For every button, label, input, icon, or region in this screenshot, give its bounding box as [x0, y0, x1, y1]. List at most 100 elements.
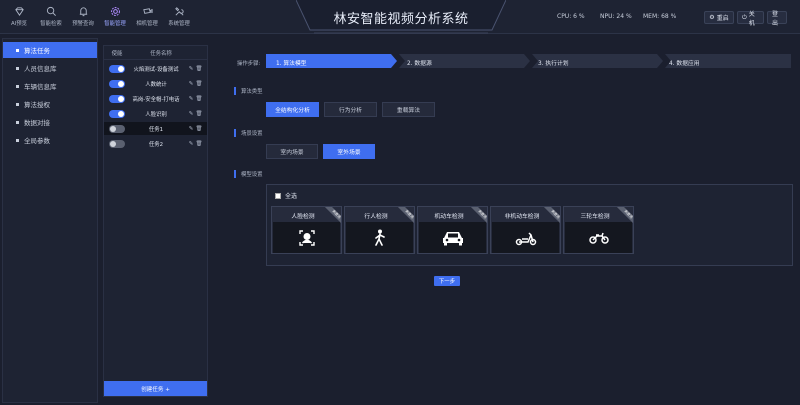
tools-icon — [173, 5, 185, 17]
sidebar: 算法任务 人员信息库 车辆信息库 算法授权 数据对接 全局参数 — [2, 38, 98, 403]
sidebar-item-data-integration[interactable]: 数据对接 — [3, 114, 97, 130]
model-card-tricycle[interactable]: 三轮车检测 未激活 — [563, 206, 634, 254]
scene-option-indoor[interactable]: 室内场景 — [266, 144, 318, 159]
col-enable: 使能 — [111, 50, 123, 57]
bell-icon — [77, 5, 89, 17]
step-bar: 1. 算法模型 2. 数据源 3. 执行计划 4. 数据应用 — [266, 54, 791, 68]
step-algo-model[interactable]: 1. 算法模型 — [276, 58, 307, 67]
trash-icon[interactable]: 🗑 — [195, 141, 203, 147]
nav-smart-manage[interactable]: 智能管理 — [100, 3, 130, 31]
trash-icon[interactable]: 🗑 — [195, 96, 203, 102]
top-bar: AI预览 智能检索 预警查询 智能管理 相机管理 系统管理 林安智能视频分析系统 — [0, 0, 800, 34]
edit-icon[interactable]: ✎ — [187, 66, 195, 72]
sidebar-item-algo-license[interactable]: 算法授权 — [3, 96, 97, 112]
task-name: 高岗-安全帽-打电话 — [132, 96, 180, 103]
camera-icon — [141, 5, 153, 17]
gear-icon: ⚙ — [709, 14, 715, 21]
task-table-header: 使能 任务名称 — [104, 46, 207, 60]
sidebar-item-global-params[interactable]: 全局参数 — [3, 132, 97, 148]
task-name: 人脸识别 — [145, 111, 167, 118]
model-settings-box: 全选 人脸检测 未激活 行人检测 未激活 机动车检测 未激活 非机动车检测 未激… — [266, 184, 793, 266]
table-row[interactable]: 火焰测试-设备测试 ✎ 🗑 — [104, 62, 207, 75]
sidebar-item-algo-task[interactable]: 算法任务 — [3, 42, 97, 58]
trash-icon[interactable]: 🗑 — [195, 111, 203, 117]
enable-toggle[interactable] — [109, 79, 125, 88]
nav-ai-preview[interactable]: AI预览 — [4, 3, 34, 31]
enable-toggle[interactable] — [109, 94, 125, 103]
enable-toggle[interactable] — [109, 109, 125, 118]
algo-option-behavior[interactable]: 行为分析 — [324, 102, 377, 117]
sidebar-item-person-db[interactable]: 人员信息库 — [3, 60, 97, 76]
restart-button[interactable]: ⚙ 重启 — [704, 11, 734, 24]
algo-type-label: 算法类型 — [234, 87, 263, 95]
edit-icon[interactable]: ✎ — [187, 126, 195, 132]
table-row[interactable]: 人数统计 ✎ 🗑 — [104, 77, 207, 90]
task-name: 任务1 — [148, 126, 164, 133]
cpu-stat: CPU: 6 % — [557, 13, 585, 20]
trash-icon[interactable]: 🗑 — [195, 66, 203, 72]
mem-stat: MEM: 68 % — [643, 13, 677, 20]
edit-icon[interactable]: ✎ — [187, 141, 195, 147]
nav-system-manage[interactable]: 系统管理 — [164, 3, 194, 31]
nav-smart-search[interactable]: 智能检索 — [36, 3, 66, 31]
face-icon — [273, 222, 340, 253]
table-row[interactable]: 任务1 ✎ 🗑 — [104, 122, 207, 135]
checkbox-icon — [275, 192, 281, 199]
nav-label: 相机管理 — [136, 21, 158, 27]
scooter-icon — [492, 222, 559, 253]
edit-icon[interactable]: ✎ — [187, 96, 195, 102]
pedestrian-icon — [346, 222, 413, 253]
nav-alert-query[interactable]: 预警查询 — [68, 3, 98, 31]
nav-label: 智能检索 — [40, 21, 62, 27]
logout-button[interactable]: 登出 — [767, 11, 787, 27]
trash-icon[interactable]: 🗑 — [195, 81, 203, 87]
steps-label: 操作步骤: — [237, 61, 261, 67]
model-card-face[interactable]: 人脸检测 未激活 — [271, 206, 342, 254]
algo-option-reload[interactable]: 重载算法 — [382, 102, 435, 117]
task-name: 火焰测试-设备测试 — [133, 66, 179, 73]
table-row[interactable]: 人脸识别 ✎ 🗑 — [104, 107, 207, 120]
nav-label: 系统管理 — [168, 21, 190, 27]
next-step-button[interactable]: 下一步 — [434, 276, 460, 286]
task-list-panel: 使能 任务名称 火焰测试-设备测试 ✎ 🗑 人数统计 ✎ 🗑 高岗-安全帽-打电话 … — [103, 45, 208, 397]
bullet-icon — [16, 84, 19, 88]
model-card-vehicle[interactable]: 机动车检测 未激活 — [417, 206, 488, 254]
step-data-source[interactable]: 2. 数据源 — [407, 58, 432, 67]
table-row[interactable]: 任务2 ✎ 🗑 — [104, 137, 207, 150]
bullet-icon — [16, 102, 19, 106]
sidebar-item-vehicle-db[interactable]: 车辆信息库 — [3, 78, 97, 94]
nav-label: 预警查询 — [72, 21, 94, 27]
trash-icon[interactable]: 🗑 — [195, 126, 203, 132]
task-name: 人数统计 — [145, 81, 167, 88]
shutdown-button[interactable]: ⏻ 关机 — [737, 11, 764, 27]
step-data-app[interactable]: 4. 数据应用 — [669, 58, 700, 67]
nav-label: AI预览 — [10, 21, 28, 27]
model-card-non-motor[interactable]: 非机动车检测 未激活 — [490, 206, 561, 254]
bullet-icon — [16, 48, 19, 52]
edit-icon[interactable]: ✎ — [187, 81, 195, 87]
model-card-pedestrian[interactable]: 行人检测 未激活 — [344, 206, 415, 254]
table-row[interactable]: 高岗-安全帽-打电话 ✎ 🗑 — [104, 92, 207, 105]
model-label: 模型设置 — [234, 170, 263, 178]
tricycle-icon — [565, 222, 632, 253]
npu-stat: NPU: 24 % — [600, 13, 632, 20]
enable-toggle[interactable] — [109, 124, 125, 133]
bullet-icon — [16, 120, 19, 124]
main-nav: AI预览 智能检索 预警查询 智能管理 相机管理 系统管理 — [4, 3, 196, 31]
title-frame: 林安智能视频分析系统 — [296, 0, 506, 36]
power-icon: ⏻ — [742, 13, 747, 21]
enable-toggle[interactable] — [109, 64, 125, 73]
create-task-button[interactable]: 创建任务 + — [104, 381, 207, 396]
scene-option-outdoor[interactable]: 室外场景 — [323, 144, 375, 159]
nav-label: 智能管理 — [104, 21, 126, 27]
step-exec-plan[interactable]: 3. 执行计划 — [538, 58, 569, 67]
enable-toggle[interactable] — [109, 139, 125, 148]
app-title: 林安智能视频分析系统 — [333, 12, 469, 27]
main-panel: 操作步骤: 1. 算法模型 2. 数据源 3. 执行计划 4. 数据应用 算法类… — [212, 38, 798, 403]
select-all-checkbox[interactable]: 全选 — [275, 191, 297, 200]
nav-camera-manage[interactable]: 相机管理 — [132, 3, 162, 31]
search-icon — [45, 5, 57, 17]
edit-icon[interactable]: ✎ — [187, 111, 195, 117]
algo-option-full-structured[interactable]: 全结构化分析 — [266, 102, 319, 117]
car-icon — [419, 222, 486, 253]
